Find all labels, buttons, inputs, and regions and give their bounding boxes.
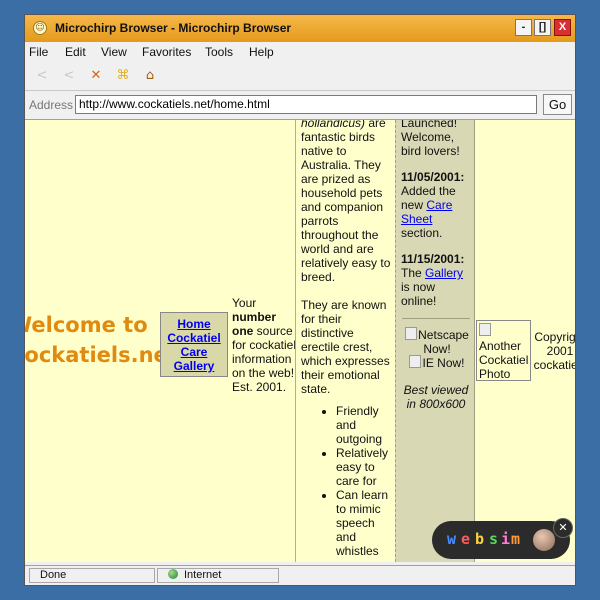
toolbar: < < ✕ ⌘ ⌂ bbox=[25, 62, 575, 91]
minimize-button[interactable]: - bbox=[515, 19, 532, 36]
traits-list: Friendly and outgoing Relatively easy to… bbox=[296, 404, 392, 558]
blurb-text-1: Your bbox=[232, 296, 257, 310]
title-bar[interactable]: ☺ Microchirp Browser - Microchirp Browse… bbox=[25, 15, 575, 43]
news-date: 11/05/2001: bbox=[401, 170, 465, 184]
refresh-icon[interactable]: ⌘ bbox=[114, 67, 132, 85]
best-viewed-note: Best viewed in 800x600 bbox=[403, 383, 469, 411]
site-blurb: Your number one source for cockatiel inf… bbox=[232, 296, 298, 394]
news-launched: Launched! Welcome, bird lovers! bbox=[401, 120, 460, 158]
broken-image-icon bbox=[409, 355, 422, 368]
stop-icon[interactable]: ✕ bbox=[87, 67, 105, 85]
article-crest: They are known for their distinctive ere… bbox=[301, 298, 390, 396]
zone-label: Internet bbox=[184, 569, 222, 581]
websim-letter: s bbox=[489, 530, 499, 548]
address-input[interactable]: http://www.cockatiels.net/home.html bbox=[75, 95, 537, 114]
close-button[interactable]: X bbox=[554, 19, 571, 36]
nav-link-home[interactable]: Home bbox=[161, 317, 227, 331]
websim-letter: w bbox=[447, 530, 457, 548]
menu-edit[interactable]: Edit bbox=[65, 45, 86, 59]
page-content: Welcome to Cockatiels.net! Home Cockatie… bbox=[25, 120, 575, 562]
netscape-badge-text: Netscape Now! bbox=[418, 328, 469, 356]
window-title: Microchirp Browser - Microchirp Browser bbox=[55, 21, 292, 35]
menu-help[interactable]: Help bbox=[249, 45, 274, 59]
menu-view[interactable]: View bbox=[101, 45, 127, 59]
websim-letter: i bbox=[501, 530, 511, 548]
globe-icon bbox=[168, 569, 178, 579]
news-link-gallery[interactable]: Gallery bbox=[425, 266, 463, 280]
netscape-badge[interactable]: Netscape Now! bbox=[402, 327, 472, 356]
menu-tools[interactable]: Tools bbox=[205, 45, 233, 59]
welcome-heading: Welcome to Cockatiels.net! bbox=[25, 310, 188, 370]
copyright-text: Copyright 2001 cockatiels bbox=[533, 330, 575, 372]
news-item: 11/15/2001: The Gallery is now online! bbox=[401, 252, 473, 308]
go-button[interactable]: Go bbox=[543, 94, 572, 115]
menu-file[interactable]: File bbox=[29, 45, 48, 59]
welcome-line-1: Welcome to bbox=[25, 313, 148, 337]
websim-letter: m bbox=[511, 530, 521, 548]
news-text: section. bbox=[401, 226, 443, 240]
nav-link-gallery[interactable]: Gallery bbox=[161, 359, 227, 373]
status-bar: Done Internet bbox=[25, 565, 575, 585]
browser-window: ☺ Microchirp Browser - Microchirp Browse… bbox=[24, 14, 576, 586]
news-sidebar: Launched! Welcome, bird lovers! 11/05/20… bbox=[395, 120, 475, 562]
menu-favorites[interactable]: Favorites bbox=[142, 45, 191, 59]
maximize-button[interactable]: [] bbox=[534, 19, 551, 36]
news-text: The bbox=[401, 266, 426, 280]
news-text: is now online! bbox=[401, 280, 437, 308]
forward-icon[interactable]: < bbox=[60, 67, 78, 85]
welcome-line-2: Cockatiels.net! bbox=[25, 343, 188, 367]
site-nav: Home Cockatiel Care Gallery bbox=[160, 312, 228, 377]
menu-bar: File Edit View Favorites Tools Help bbox=[25, 42, 575, 63]
address-label: Address bbox=[29, 98, 74, 112]
list-item: Can learn to mimic speech and whistles bbox=[336, 488, 392, 558]
back-icon[interactable]: < bbox=[33, 67, 51, 85]
avatar[interactable] bbox=[533, 529, 555, 551]
close-icon[interactable]: ✕ bbox=[553, 518, 573, 538]
websim-badge[interactable]: w e b s i m bbox=[432, 521, 570, 559]
news-date: 11/15/2001: bbox=[401, 252, 465, 266]
photo-alt-text: Another Cockatiel Photo bbox=[479, 339, 529, 381]
address-bar: Address http://www.cockatiels.net/home.h… bbox=[25, 91, 575, 120]
news-item: 11/05/2001: Added the new Care Sheet sec… bbox=[401, 170, 473, 240]
broken-image-icon bbox=[479, 323, 491, 336]
main-article: hollandicus) are fantastic birds native … bbox=[295, 120, 395, 562]
security-zone: Internet bbox=[157, 568, 279, 583]
status-text: Done bbox=[29, 568, 155, 583]
article-intro-italic: hollandicus) bbox=[301, 120, 366, 130]
divider bbox=[402, 318, 470, 319]
websim-letter: b bbox=[475, 530, 485, 548]
ie-badge[interactable]: IE Now! bbox=[402, 355, 472, 370]
nav-link-care[interactable]: Cockatiel Care bbox=[161, 331, 227, 359]
article-intro-text: are fantastic birds native to Australia.… bbox=[301, 120, 391, 284]
cockatiel-photo: Another Cockatiel Photo bbox=[476, 320, 531, 381]
browser-logo-icon: ☺ bbox=[33, 21, 47, 35]
broken-image-icon bbox=[405, 327, 418, 340]
websim-letter: e bbox=[461, 530, 471, 548]
ie-badge-text: IE Now! bbox=[422, 356, 465, 370]
home-icon[interactable]: ⌂ bbox=[141, 67, 159, 85]
article-intro: hollandicus) are fantastic birds native … bbox=[301, 120, 393, 284]
list-item: Relatively easy to care for bbox=[336, 446, 392, 488]
list-item: Friendly and outgoing bbox=[336, 404, 392, 446]
